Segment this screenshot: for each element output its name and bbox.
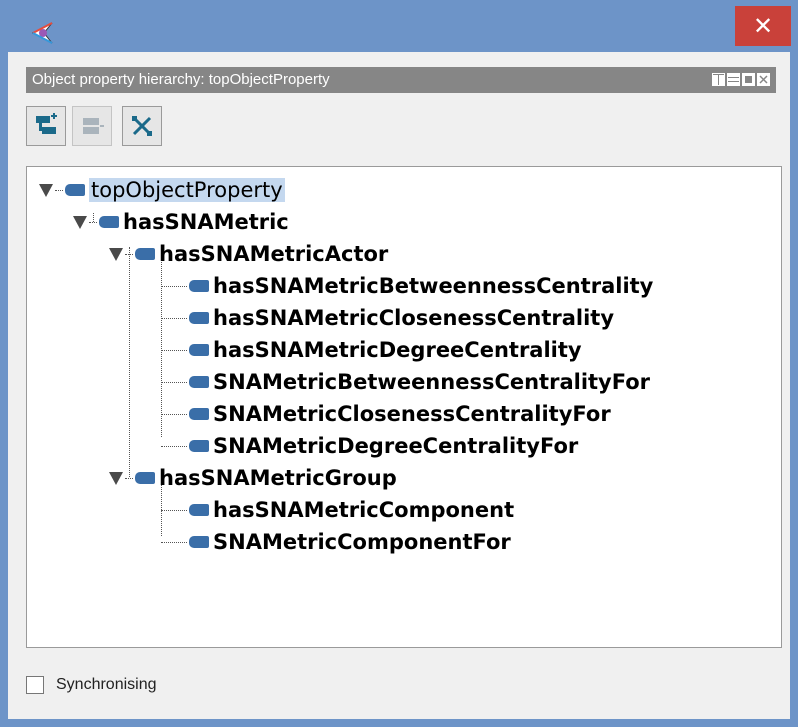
object-property-icon — [189, 408, 209, 420]
close-view-icon[interactable] — [757, 73, 770, 86]
tree-node[interactable]: hasSNAMetricBetweennessCentrality — [161, 271, 653, 301]
tree-node-label: hasSNAMetricGroup — [159, 466, 397, 490]
view-title: Object property hierarchy: topObjectProp… — [32, 71, 330, 88]
view-titlebar: Object property hierarchy: topObjectProp… — [26, 67, 776, 93]
property-toolbar — [26, 106, 168, 158]
tree-node-label: hasSNAMetricBetweennessCentrality — [213, 274, 654, 298]
expand-toggle-icon[interactable] — [109, 247, 123, 261]
object-property-icon — [189, 376, 209, 388]
tree-node-label: topObjectProperty — [89, 178, 285, 202]
tree-node[interactable]: SNAMetricClosenessCentralityFor — [161, 399, 611, 429]
object-property-icon — [65, 184, 85, 196]
property-hierarchy-tree[interactable]: topObjectProperty hasSNAMetric hasSNAMet… — [26, 166, 782, 648]
close-button[interactable]: ✕ — [735, 6, 791, 46]
object-property-icon — [99, 216, 119, 228]
object-property-icon — [189, 536, 209, 548]
tree-node[interactable]: hasSNAMetricActor — [109, 239, 388, 269]
tree-node[interactable]: hasSNAMetricDegreeCentrality — [161, 335, 582, 365]
tree-node[interactable]: SNAMetricComponentFor — [161, 527, 511, 557]
tree-node[interactable]: hasSNAMetricComponent — [161, 495, 514, 525]
tree-node-label: hasSNAMetricActor — [159, 242, 389, 266]
object-property-icon — [189, 504, 209, 516]
tree-node-label: hasSNAMetricDegreeCentrality — [213, 338, 582, 362]
object-property-icon — [135, 472, 155, 484]
maximize-view-icon[interactable] — [742, 73, 755, 86]
tree-node[interactable]: hasSNAMetric — [73, 207, 289, 237]
add-sub-property-icon — [36, 113, 57, 134]
tree-node[interactable]: topObjectProperty — [39, 175, 285, 205]
tree-connector — [129, 247, 130, 477]
delete-property-button[interactable] — [122, 106, 162, 146]
tree-node[interactable]: hasSNAMetricGroup — [109, 463, 397, 493]
synchronising-option: Synchronising — [26, 676, 157, 694]
tree-node[interactable]: hasSNAMetricClosenessCentrality — [161, 303, 614, 333]
tree-node-label: SNAMetricDegreeCentralityFor — [213, 434, 579, 458]
object-property-icon — [135, 248, 155, 260]
synchronising-label: Synchronising — [56, 676, 157, 693]
view-controls — [712, 73, 770, 87]
tree-node-label: SNAMetricClosenessCentralityFor — [213, 402, 611, 426]
object-property-icon — [189, 312, 209, 324]
split-view-icon[interactable] — [712, 73, 725, 86]
split-horizontal-icon[interactable] — [727, 73, 740, 86]
expand-toggle-icon[interactable] — [73, 215, 87, 229]
add-sibling-property-icon — [83, 118, 104, 134]
tree-node-label: SNAMetricBetweennessCentralityFor — [213, 370, 651, 394]
expand-toggle-icon[interactable] — [109, 471, 123, 485]
tree-node[interactable]: SNAMetricDegreeCentralityFor — [161, 431, 578, 461]
add-sibling-property-button[interactable] — [72, 106, 112, 146]
protege-app-icon — [31, 22, 53, 44]
tree-node[interactable]: SNAMetricBetweennessCentralityFor — [161, 367, 650, 397]
object-property-view: Object property hierarchy: topObjectProp… — [8, 52, 790, 719]
tree-node-label: hasSNAMetricComponent — [213, 498, 515, 522]
tree-node-label: hasSNAMetric — [123, 210, 289, 234]
object-property-icon — [189, 344, 209, 356]
delete-property-icon — [132, 116, 152, 136]
synchronising-checkbox[interactable] — [26, 676, 44, 694]
tree-node-label: SNAMetricComponentFor — [213, 530, 511, 554]
object-property-icon — [189, 280, 209, 292]
window-titlebar: ✕ — [0, 0, 798, 52]
expand-toggle-icon[interactable] — [39, 183, 53, 197]
add-sub-property-button[interactable] — [26, 106, 66, 146]
object-property-icon — [189, 440, 209, 452]
tree-node-label: hasSNAMetricClosenessCentrality — [213, 306, 615, 330]
